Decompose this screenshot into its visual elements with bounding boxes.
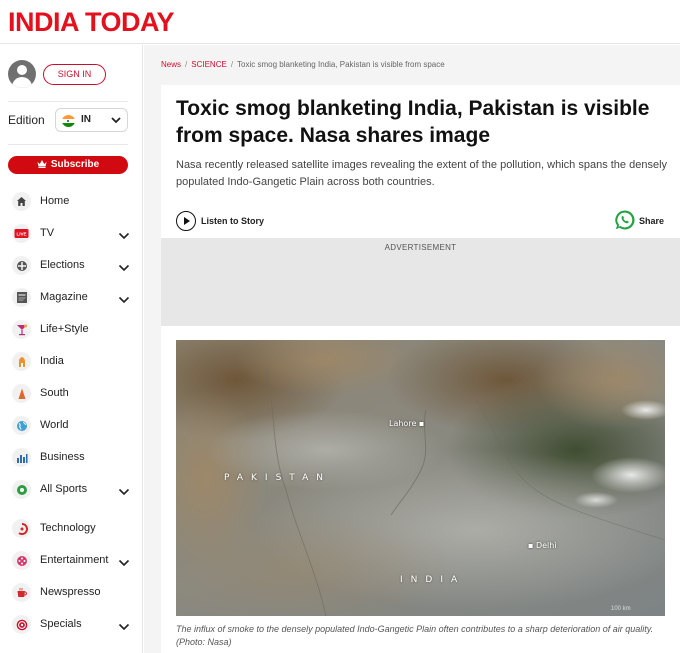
sidebar-item-home[interactable]: Home xyxy=(0,188,143,214)
sidebar-item-label: Technology xyxy=(40,522,96,534)
sidebar-item-label: India xyxy=(40,355,64,367)
advertisement-slot: ADVERTISEMENT xyxy=(161,238,680,326)
monument-icon xyxy=(12,352,31,371)
sidebar-item-label: World xyxy=(40,419,69,431)
article-image-card: PAKISTAN INDIA Lahore ▪ ▪ Delhi 100 km T… xyxy=(161,326,680,653)
sidebar-item-life-style[interactable]: Life+Style xyxy=(0,316,143,342)
sidebar-item-label: South xyxy=(40,387,69,399)
site-header: INDIA TODAY xyxy=(0,0,680,44)
sidebar-item-label: TV xyxy=(40,227,55,239)
listen-label: Listen to Story xyxy=(201,216,265,226)
sidebar-divider xyxy=(8,101,128,102)
article-summary: Nasa recently released satellite images … xyxy=(176,159,668,188)
home-icon xyxy=(12,192,31,211)
chevron-down-icon[interactable] xyxy=(118,228,130,246)
sign-in-button[interactable]: SIGN IN xyxy=(43,64,106,85)
map-label-pakistan: PAKISTAN xyxy=(224,473,331,483)
sidebar-item-elections[interactable]: Elections xyxy=(0,252,143,278)
sidebar-item-south[interactable]: South xyxy=(0,380,143,406)
site-logo[interactable]: INDIA TODAY xyxy=(8,7,175,37)
breadcrumb-current: Toxic smog blanketing India, Pakistan is… xyxy=(237,60,445,69)
svg-text:LIVE: LIVE xyxy=(16,232,26,237)
subscribe-button[interactable]: Subscribe xyxy=(8,156,128,174)
sidebar-item-magazine[interactable]: Magazine xyxy=(0,284,143,310)
sidebar-item-label: Entertainment xyxy=(40,554,109,566)
sidebar-item-entertainment[interactable]: Entertainment xyxy=(0,547,143,573)
india-flag-icon xyxy=(62,115,75,127)
breadcrumb: News / SCIENCE / Toxic smog blanketing India… xyxy=(161,60,445,69)
sidebar-item-label: Specials xyxy=(40,618,82,630)
whatsapp-share-button[interactable]: Share xyxy=(614,209,674,233)
sidebar-item-all-sports[interactable]: All Sports xyxy=(0,476,143,502)
ballot-icon xyxy=(12,256,31,275)
edition-value: IN xyxy=(81,114,91,125)
temple-icon xyxy=(12,384,31,403)
globe-icon xyxy=(12,416,31,435)
sidebar-item-specials[interactable]: Specials xyxy=(0,611,143,637)
sidebar-item-label: Life+Style xyxy=(40,323,89,335)
satellite-image: PAKISTAN INDIA Lahore ▪ ▪ Delhi 100 km xyxy=(176,340,665,616)
live-tv-icon: LIVE xyxy=(12,224,31,243)
sidebar: SIGN IN Edition IN Subscribe Home LIVE TV E… xyxy=(0,45,143,653)
sidebar-item-newspresso[interactable]: Newspresso xyxy=(0,579,143,605)
sidebar-item-label: Magazine xyxy=(40,291,88,303)
sidebar-item-tv[interactable]: LIVE TV xyxy=(0,220,143,246)
main-content: News / SCIENCE / Toxic smog blanketing India… xyxy=(144,45,680,653)
city-label-lahore: Lahore ▪ xyxy=(389,419,425,428)
chevron-down-icon[interactable] xyxy=(118,484,130,502)
chevron-down-icon[interactable] xyxy=(118,292,130,310)
map-label-india: INDIA xyxy=(400,575,466,585)
edition-select[interactable]: IN xyxy=(55,108,128,132)
crown-icon xyxy=(37,157,47,175)
city-label-delhi: ▪ Delhi xyxy=(528,541,557,550)
specials-badge-icon xyxy=(12,615,31,634)
sidebar-item-label: Home xyxy=(40,195,70,207)
chevron-down-icon[interactable] xyxy=(118,260,130,278)
chevron-down-icon[interactable] xyxy=(118,555,130,573)
edition-label: Edition xyxy=(8,113,45,127)
sports-ball-icon xyxy=(12,480,31,499)
breadcrumb-news[interactable]: News xyxy=(161,60,181,69)
chevron-down-icon xyxy=(110,112,122,133)
technology-icon xyxy=(12,519,31,538)
sidebar-item-technology[interactable]: Technology xyxy=(0,515,143,541)
sidebar-item-label: All Sports xyxy=(40,483,88,495)
whatsapp-icon xyxy=(614,209,636,231)
share-label: Share xyxy=(639,216,665,226)
user-avatar-icon[interactable] xyxy=(8,60,36,88)
bar-chart-icon xyxy=(12,448,31,467)
sidebar-item-label: Newspresso xyxy=(40,586,101,598)
sidebar-item-label: Business xyxy=(40,451,85,463)
cocktail-icon xyxy=(12,320,31,339)
film-icon xyxy=(12,551,31,570)
article-headline: Toxic smog blanketing India, Pakistan is… xyxy=(176,97,650,147)
sidebar-item-india[interactable]: India xyxy=(0,348,143,374)
sidebar-divider xyxy=(8,144,128,145)
play-icon xyxy=(176,211,196,231)
subscribe-label: Subscribe xyxy=(50,159,100,170)
advertisement-label: ADVERTISEMENT xyxy=(384,243,457,252)
chevron-down-icon[interactable] xyxy=(118,619,130,637)
image-caption: The influx of smoke to the densely popul… xyxy=(176,624,654,647)
sidebar-item-world[interactable]: World xyxy=(0,412,143,438)
breadcrumb-science[interactable]: SCIENCE xyxy=(191,60,227,69)
sidebar-item-business[interactable]: Business xyxy=(0,444,143,470)
coffee-cup-icon xyxy=(12,583,31,602)
sidebar-item-label: Elections xyxy=(40,259,85,271)
map-scale-label: 100 km xyxy=(611,606,631,612)
magazine-icon xyxy=(12,288,31,307)
